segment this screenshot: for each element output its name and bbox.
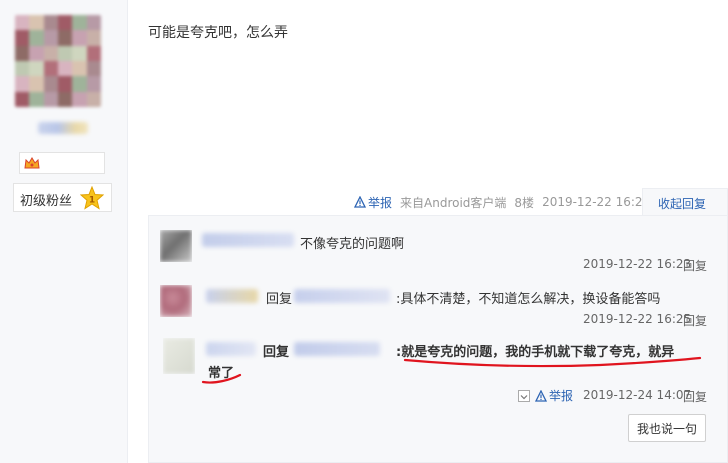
reply-text: :具体不清楚，不知道怎么解决，换设备能答吗: [396, 292, 661, 307]
reply-time: 2019-12-24 14:07: [583, 388, 692, 402]
replied-username[interactable]: [294, 289, 390, 303]
reply-username[interactable]: [202, 233, 294, 247]
collapse-replies-label[interactable]: 收起回复: [658, 195, 706, 212]
report-icon: [354, 196, 366, 208]
reply-button[interactable]: 回复: [683, 257, 707, 274]
reply-report-label: 举报: [549, 389, 574, 403]
report-icon: [535, 389, 547, 402]
reply-username[interactable]: [206, 289, 258, 303]
report-label: 举报: [368, 195, 393, 210]
reply-prefix: 回复: [266, 292, 293, 307]
reply-time: 2019-12-22 16:25: [583, 312, 692, 326]
say-something-button[interactable]: 我也说一句: [628, 414, 706, 442]
reply-username[interactable]: [206, 342, 256, 356]
post-time: 2019-12-22 16:20: [542, 195, 651, 209]
star-icon: 1: [80, 186, 104, 210]
reply-text: 不像夸克的问题啊: [300, 237, 405, 252]
collapse-replies-tab[interactable]: 收起回复: [642, 188, 728, 216]
reply-avatar[interactable]: [160, 230, 192, 262]
reply-button[interactable]: 回复: [683, 312, 707, 329]
reply-prefix: 回复: [263, 345, 290, 360]
author-column: 初级粉丝 1: [0, 0, 128, 463]
post-content: 可能是夸克吧，怎么弄: [148, 25, 288, 41]
reply-report-link[interactable]: 举报: [535, 387, 573, 404]
replied-username[interactable]: [294, 342, 380, 356]
post-floor: 8楼: [514, 195, 535, 210]
reply-text-line2: 常了: [208, 366, 235, 381]
reply-button[interactable]: 回复: [683, 388, 707, 405]
post-source: 来自Android客户端: [400, 195, 507, 210]
reply-time: 2019-12-22 16:23: [583, 257, 692, 271]
chevron-down-icon[interactable]: [518, 390, 530, 402]
report-link[interactable]: 举报: [354, 194, 392, 211]
reply-avatar[interactable]: [163, 338, 195, 374]
author-avatar[interactable]: [15, 15, 101, 107]
author-badge[interactable]: [19, 152, 105, 174]
post-meta: 举报 来自Android客户端 8楼 2019-12-22 16:20: [354, 194, 650, 210]
crown-icon: [24, 157, 40, 169]
reply-text-line1: :就是夸克的问题，我的手机就下载了夸克，就异: [396, 345, 675, 360]
fan-level-box[interactable]: 初级粉丝 1: [13, 183, 112, 212]
fan-level-label: 初级粉丝: [20, 194, 73, 209]
fan-level-number: 1: [89, 196, 95, 206]
author-username[interactable]: [38, 122, 88, 134]
reply-avatar[interactable]: [160, 285, 192, 317]
